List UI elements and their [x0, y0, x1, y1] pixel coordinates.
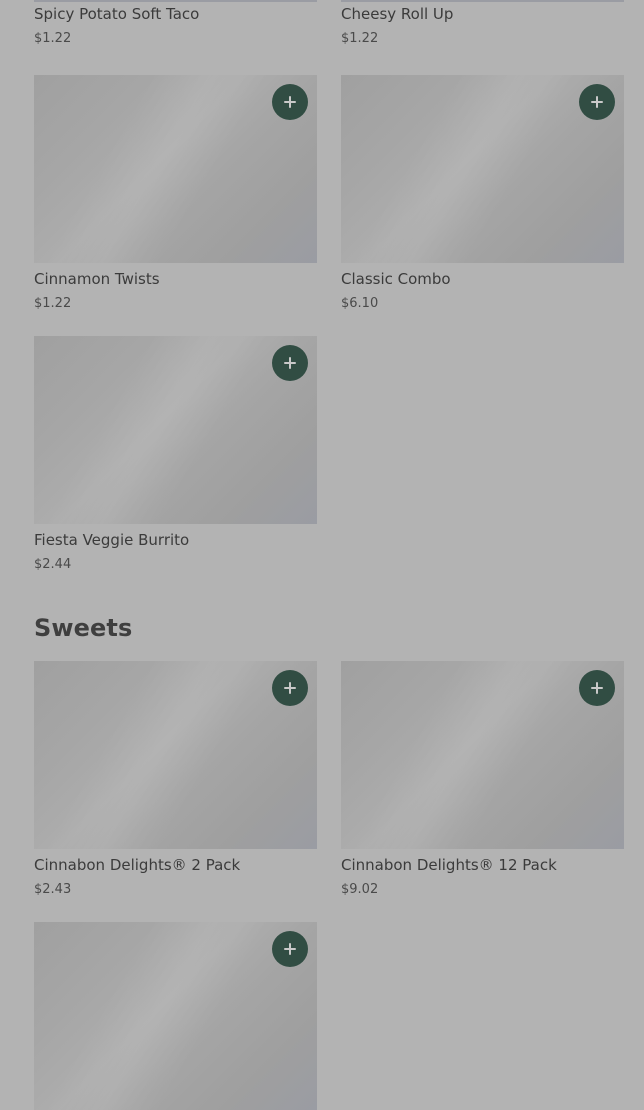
menu-item-card[interactable]: Cinnabon Delights® 12 Pack $9.02 [341, 661, 624, 922]
item-price: $2.43 [34, 882, 72, 897]
item-name: Spicy Potato Soft Taco [34, 5, 200, 23]
item-price: $9.02 [341, 882, 379, 897]
menu-item-card[interactable] [34, 922, 317, 1110]
menu-grid: Spicy Potato Soft Taco $1.22 Cheesy Roll… [34, 0, 624, 597]
menu-item-card[interactable]: Spicy Potato Soft Taco $1.22 [34, 0, 317, 55]
plus-icon [284, 943, 296, 955]
item-image[interactable] [34, 336, 317, 524]
plus-icon [591, 682, 603, 694]
menu-item-card[interactable]: Classic Combo $6.10 [341, 75, 624, 336]
item-price: $6.10 [341, 296, 379, 311]
plus-icon [591, 96, 603, 108]
item-image[interactable] [341, 661, 624, 849]
plus-icon [284, 682, 296, 694]
item-image[interactable] [34, 661, 317, 849]
add-item-button[interactable] [272, 345, 308, 381]
add-item-button[interactable] [272, 84, 308, 120]
item-name: Cheesy Roll Up [341, 5, 454, 23]
menu-item-card[interactable]: Cinnabon Delights® 2 Pack $2.43 [34, 661, 317, 922]
item-image[interactable] [34, 75, 317, 263]
menu-grid: Cinnabon Delights® 2 Pack $2.43 Cinnabon… [34, 661, 624, 1110]
menu-item-card[interactable]: Cheesy Roll Up $1.22 [341, 0, 624, 55]
item-name: Classic Combo [341, 270, 451, 288]
item-name: Cinnamon Twists [34, 270, 160, 288]
item-image[interactable] [34, 922, 317, 1110]
item-name: Cinnabon Delights® 12 Pack [341, 856, 557, 874]
add-item-button[interactable] [272, 931, 308, 967]
add-item-button[interactable] [579, 84, 615, 120]
menu-item-card[interactable]: Fiesta Veggie Burrito $2.44 [34, 336, 317, 597]
plus-icon [284, 96, 296, 108]
item-image[interactable] [341, 75, 624, 263]
add-item-button[interactable] [579, 670, 615, 706]
plus-icon [284, 357, 296, 369]
item-price: $1.22 [34, 296, 72, 311]
section-title: Sweets [34, 614, 133, 642]
item-price: $1.22 [341, 31, 379, 46]
item-name: Cinnabon Delights® 2 Pack [34, 856, 241, 874]
item-price: $1.22 [34, 31, 72, 46]
menu-page: Spicy Potato Soft Taco $1.22 Cheesy Roll… [0, 0, 644, 1110]
item-price: $2.44 [34, 557, 72, 572]
item-name: Fiesta Veggie Burrito [34, 531, 190, 549]
menu-item-card[interactable]: Cinnamon Twists $1.22 [34, 75, 317, 336]
add-item-button[interactable] [272, 670, 308, 706]
